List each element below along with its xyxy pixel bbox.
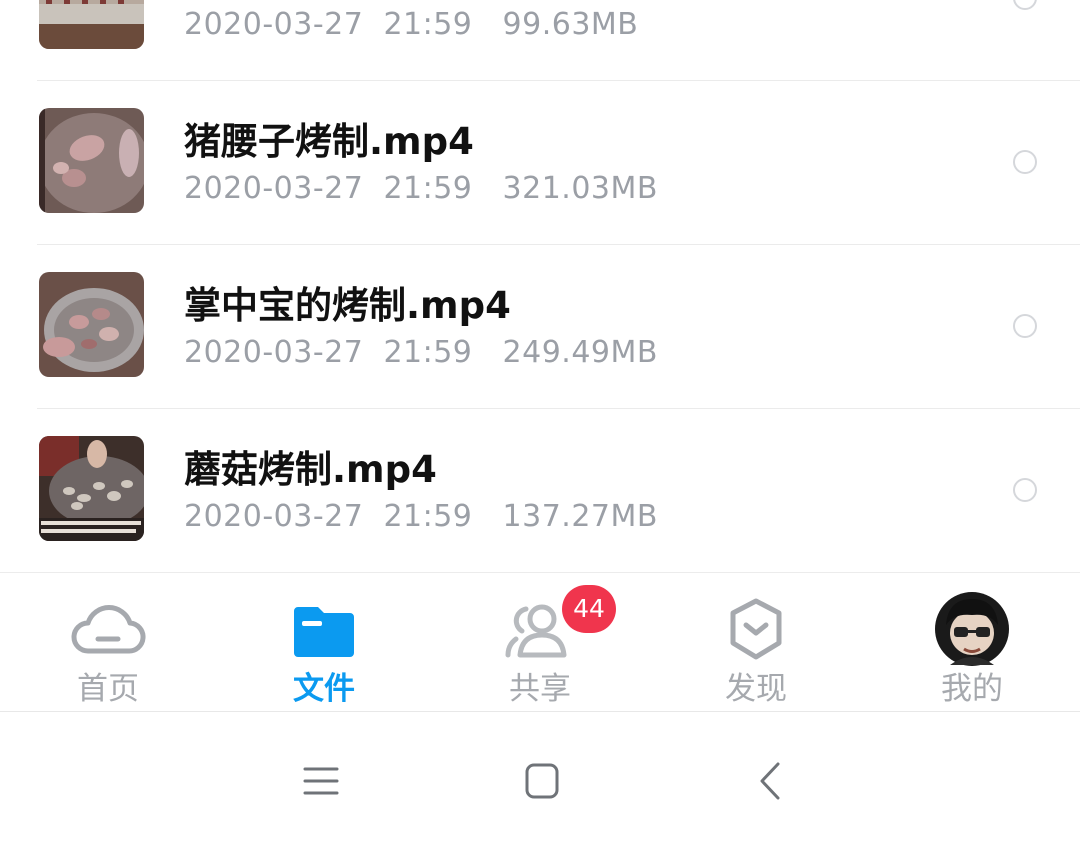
- avatar: [932, 592, 1012, 666]
- back-icon[interactable]: [746, 756, 796, 806]
- file-meta: 2020-03-27 21:59 137.27MB: [184, 497, 658, 537]
- menu-icon[interactable]: [296, 756, 346, 806]
- file-name: 掌中宝的烤制.mp4: [184, 284, 511, 327]
- video-thumbnail: [39, 108, 144, 213]
- file-time: 21:59: [383, 335, 473, 370]
- file-row[interactable]: 2020-03-27 21:59 99.63MB: [0, 0, 1080, 81]
- file-row[interactable]: 猪腰子烤制.mp4 2020-03-27 21:59 321.03MB: [0, 81, 1080, 245]
- file-size: 249.49MB: [502, 335, 658, 370]
- file-list: 2020-03-27 21:59 99.63MB 猪腰子烤制.mp4 2020-…: [0, 0, 1080, 572]
- file-row[interactable]: 掌中宝的烤制.mp4 2020-03-27 21:59 249.49MB: [0, 245, 1080, 409]
- file-meta: 2020-03-27 21:59 249.49MB: [184, 333, 658, 373]
- file-time: 21:59: [383, 499, 473, 534]
- file-meta: 2020-03-27 21:59 321.03MB: [184, 169, 658, 209]
- tab-label: 共享: [509, 671, 571, 707]
- video-thumbnail: [39, 0, 144, 49]
- file-name: 猪腰子烤制.mp4: [184, 120, 474, 163]
- file-size: 137.27MB: [502, 499, 658, 534]
- tab-label: 发现: [725, 671, 787, 707]
- select-radio[interactable]: [1013, 478, 1037, 502]
- file-date: 2020-03-27: [184, 499, 364, 534]
- system-nav-bar: [0, 711, 1080, 841]
- select-radio[interactable]: [1013, 0, 1037, 10]
- file-time: 21:59: [383, 171, 473, 206]
- file-time: 21:59: [383, 7, 473, 42]
- tab-label: 首页: [77, 671, 139, 707]
- file-date: 2020-03-27: [184, 7, 364, 42]
- tab-home[interactable]: 首页: [0, 573, 216, 711]
- file-meta: 2020-03-27 21:59 99.63MB: [184, 5, 638, 45]
- file-date: 2020-03-27: [184, 171, 364, 206]
- tab-label: 我的: [941, 671, 1003, 707]
- notification-badge: 44: [562, 585, 616, 633]
- tab-discover[interactable]: 发现: [648, 573, 864, 711]
- file-name: 蘑菇烤制.mp4: [184, 448, 437, 491]
- tab-me[interactable]: 我的: [864, 573, 1080, 711]
- file-size: 321.03MB: [502, 171, 658, 206]
- hexagon-icon: [716, 595, 796, 665]
- select-radio[interactable]: [1013, 314, 1037, 338]
- file-row[interactable]: 蘑菇烤制.mp4 2020-03-27 21:59 137.27MB: [0, 409, 1080, 572]
- file-date: 2020-03-27: [184, 335, 364, 370]
- tab-files[interactable]: 文件: [216, 573, 432, 711]
- folder-icon: [284, 595, 364, 665]
- tab-share[interactable]: 共享: [432, 573, 648, 711]
- video-thumbnail: [39, 436, 144, 541]
- home-icon[interactable]: [517, 756, 567, 806]
- select-radio[interactable]: [1013, 150, 1037, 174]
- bottom-tab-bar: 首页 文件 共享 发现 我的: [0, 572, 1080, 711]
- video-thumbnail: [39, 272, 144, 377]
- cloud-icon: [68, 595, 148, 665]
- file-size: 99.63MB: [502, 7, 639, 42]
- tab-label: 文件: [293, 671, 355, 707]
